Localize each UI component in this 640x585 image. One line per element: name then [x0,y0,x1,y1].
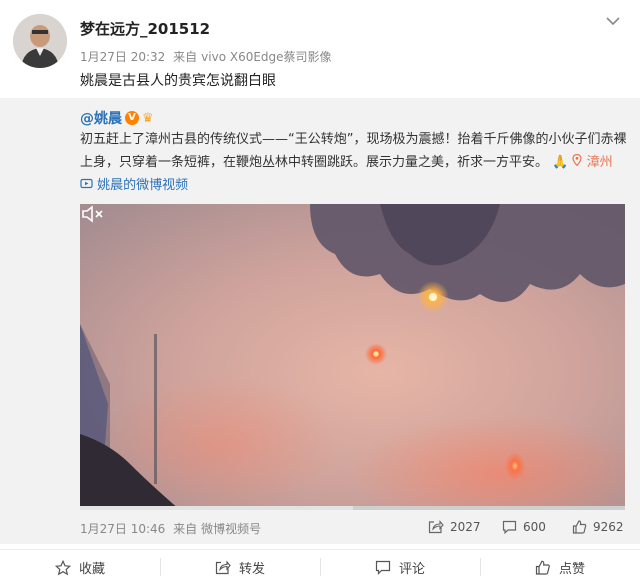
location-pin-icon [572,153,583,167]
like-button[interactable]: 点赞 [480,550,640,585]
repost-button[interactable]: 转发 [160,550,320,585]
crown-icon: ♛ [142,110,154,126]
post-source[interactable]: vivo X60Edge蔡司影像 [201,50,331,64]
comment-icon [502,520,517,534]
thumbs-up-icon [535,560,550,575]
video-progress-bar[interactable] [80,506,625,510]
video-progress-fill [80,506,353,510]
share-icon [428,520,444,534]
comment-icon [375,560,391,575]
original-like-count[interactable]: 9262 [572,520,624,534]
repost-count: 2027 [450,520,481,534]
chevron-down-icon[interactable] [604,14,622,28]
like-label: 点赞 [558,562,585,577]
original-text: 初五赶上了漳州古县的传统仪式——“王公转炮”，现场极为震撼！抬着千斤佛像的小伙子… [80,128,628,197]
post-source-prefix: 来自 [173,50,198,64]
thumbs-up-icon [572,520,587,534]
original-comment-count[interactable]: 600 [502,520,546,534]
comment-count: 600 [523,520,546,534]
video-frame [80,204,625,510]
original-text-main: 初五赶上了漳州古县的传统仪式——“王公转炮”，现场极为震撼！抬着千斤佛像的小伙子… [80,132,627,170]
video-link[interactable]: 姚晨的微博视频 [80,178,188,193]
original-author-name[interactable]: @姚晨 [80,108,122,128]
comment-button[interactable]: 评论 [320,550,480,585]
video-icon [80,178,93,189]
verified-badge-icon: V [125,111,139,125]
original-author[interactable]: @姚晨 V ♛ [80,108,154,128]
weibo-post: 梦在远方_201512 1月27日 20:32 来自 vivo X60Edge蔡司… [0,0,640,585]
original-meta: 1月27日 10:46 来自 微博视频号 [80,520,265,537]
favorite-button[interactable]: 收藏 [0,550,160,585]
location-link[interactable]: 漳州 [572,153,613,170]
username[interactable]: 梦在远方_201512 [80,18,210,39]
star-icon [54,559,71,575]
post-meta: 1月27日 20:32 来自 vivo X60Edge蔡司影像 [80,48,336,65]
avatar[interactable] [13,14,67,68]
post-time[interactable]: 1月27日 20:32 [80,50,165,64]
original-repost-count[interactable]: 2027 [428,520,481,534]
action-bar: 收藏 转发 评论 点赞 [0,549,640,585]
favorite-label: 收藏 [78,562,105,577]
post-text: 姚晨是古县人的贵宾怎说翻白眼 [80,73,276,89]
original-source[interactable]: 微博视频号 [201,522,261,536]
location-label: 漳州 [586,155,613,170]
repost-label: 转发 [238,562,265,577]
original-source-prefix: 来自 [173,522,198,536]
comment-label: 评论 [398,562,425,577]
video-link-label: 姚晨的微博视频 [97,178,189,193]
original-time[interactable]: 1月27日 10:46 [80,522,165,536]
share-icon [215,560,231,575]
like-count: 9262 [593,520,624,534]
pray-emoji: 🙏 [552,155,569,170]
video-player[interactable] [80,204,625,510]
mute-icon[interactable] [80,204,106,224]
